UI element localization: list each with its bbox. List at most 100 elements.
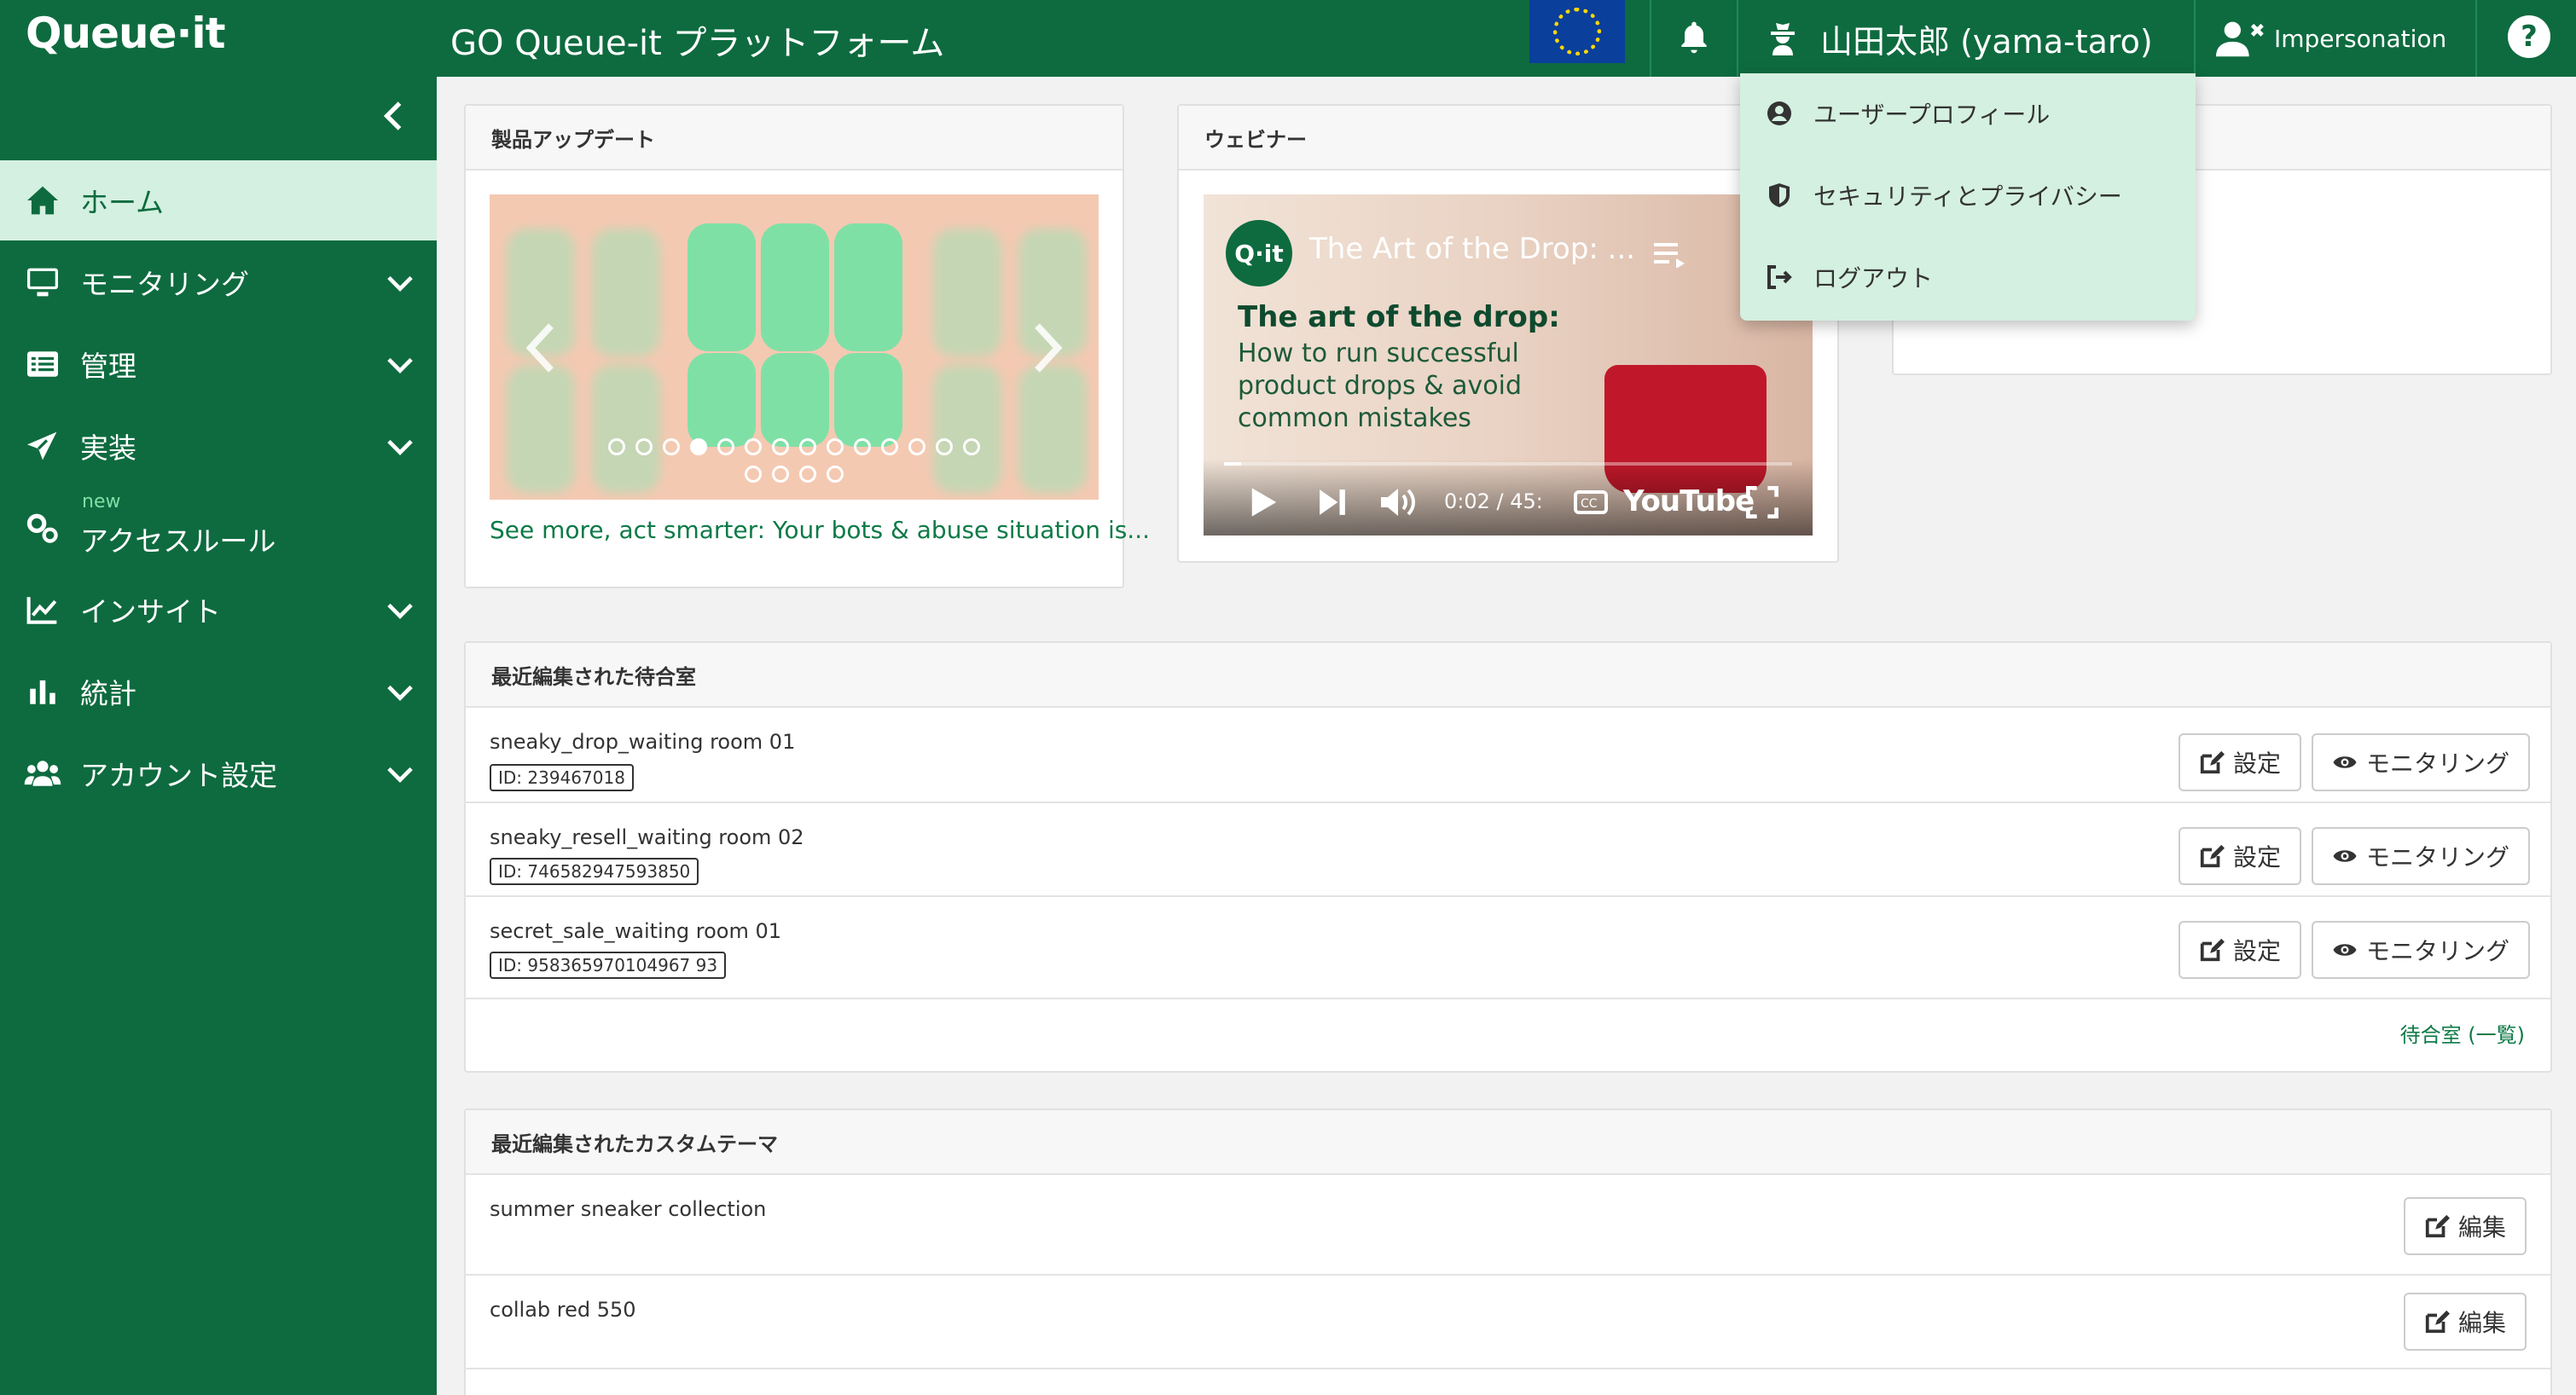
queue-it-logo[interactable]: Queue·it	[26, 9, 226, 58]
notifications-bell-icon[interactable]	[1672, 14, 1716, 61]
product-update-carousel[interactable]	[490, 194, 1099, 500]
settings-label: 設定	[2232, 937, 2281, 965]
carousel-dot[interactable]	[635, 438, 653, 455]
menu-item-user-profile[interactable]: ユーザープロフィール	[1766, 92, 2050, 135]
carousel-dot[interactable]	[772, 466, 789, 483]
user-times-icon	[2216, 21, 2264, 57]
sidebar-item-label: 統計	[80, 677, 136, 710]
robot-image	[933, 229, 1001, 356]
list-icon	[24, 345, 61, 383]
settings-label: 設定	[2232, 750, 2281, 778]
sidebar-item-label: 管理	[80, 350, 136, 383]
chevron-down-icon	[387, 357, 413, 373]
edit-icon	[2425, 1214, 2450, 1238]
carousel-dot[interactable]	[827, 466, 844, 483]
sidebar-item-home[interactable]: ホーム	[0, 160, 437, 240]
edit-button[interactable]: 編集	[2404, 1197, 2527, 1255]
table-row: sneaky_drop_waiting room 01 ID: 23946701…	[464, 708, 2550, 803]
edit-button[interactable]: 編集	[2404, 1293, 2527, 1351]
monitor-icon	[24, 263, 61, 301]
closed-captions-icon[interactable]: CC	[1574, 489, 1608, 515]
sidebar-item-access-rules[interactable]: アクセスルール	[0, 488, 437, 568]
carousel-indicators	[490, 438, 1099, 455]
sidebar-item-implementation[interactable]: 実装	[0, 406, 437, 486]
theme-name[interactable]: collab red 550	[490, 1298, 636, 1322]
monitoring-button[interactable]: モニタリング	[2312, 827, 2530, 885]
chevron-down-icon	[387, 275, 413, 292]
sidebar-item-statistics[interactable]: 統計	[0, 651, 437, 732]
carousel-dot[interactable]	[799, 466, 816, 483]
sidebar-item-account-settings[interactable]: アカウント設定	[0, 733, 437, 813]
monitoring-label: モニタリング	[2365, 937, 2509, 965]
waiting-room-name[interactable]: sneaky_drop_waiting room 01	[490, 730, 795, 754]
user-menu-button[interactable]: 山田太郎 (yama-taro)	[1740, 0, 2196, 77]
collapse-sidebar-chevron-left-icon[interactable]	[375, 99, 409, 133]
eu-region-flag-icon[interactable]	[1529, 0, 1625, 63]
carousel-dot[interactable]	[881, 438, 898, 455]
carousel-dot-active[interactable]	[690, 438, 707, 455]
chevron-down-icon	[387, 603, 413, 619]
video-progress-bar[interactable]	[1224, 462, 1792, 466]
carousel-prev-chevron-left-icon[interactable]	[515, 322, 566, 373]
carousel-dot[interactable]	[663, 438, 680, 455]
table-row: collab red 550 編集	[464, 1276, 2550, 1369]
impersonation-button[interactable]: Impersonation	[2216, 0, 2472, 77]
table-row: summer sneaker collection 編集	[464, 1175, 2550, 1276]
settings-button[interactable]: 設定	[2179, 921, 2301, 979]
menu-item-label: ユーザープロフィール	[1813, 101, 2051, 129]
youtube-logo[interactable]: YouTube	[1623, 484, 1755, 518]
playlist-icon[interactable]	[1652, 239, 1686, 268]
monitoring-button[interactable]: モニタリング	[2312, 921, 2530, 979]
chevron-down-icon	[387, 767, 413, 783]
carousel-dot[interactable]	[717, 438, 734, 455]
carousel-dot[interactable]	[608, 438, 625, 455]
user-secret-icon	[1771, 23, 1795, 55]
webinar-video-player[interactable]: Q·it The Art of the Drop: ... The art of…	[1204, 194, 1813, 535]
video-subtitle: How to run successful product drops & av…	[1238, 339, 1523, 433]
fullscreen-icon[interactable]	[1746, 486, 1778, 518]
sidebar-item-label: ホーム	[80, 186, 165, 219]
carousel-dot[interactable]	[745, 466, 762, 483]
carousel-dot[interactable]	[908, 438, 925, 455]
video-title[interactable]: The Art of the Drop: ...	[1309, 232, 1635, 266]
sidebar-item-monitoring[interactable]: モニタリング	[0, 242, 437, 322]
divider	[1737, 0, 1738, 77]
product-update-link[interactable]: See more, act smarter: Your bots & abuse…	[490, 516, 1150, 544]
play-icon[interactable]	[1250, 486, 1279, 518]
users-icon	[24, 755, 61, 792]
robot-image	[761, 223, 829, 351]
waiting-room-name[interactable]: sneaky_resell_waiting room 02	[490, 825, 804, 849]
theme-name[interactable]: summer sneaker collection	[490, 1197, 766, 1221]
menu-item-logout[interactable]: ログアウト	[1766, 256, 1933, 298]
edit-label: 編集	[2457, 1309, 2506, 1337]
robot-image	[834, 223, 902, 351]
menu-item-security-privacy[interactable]: セキュリティとプライバシー	[1766, 174, 2122, 217]
edit-label: 編集	[2457, 1213, 2506, 1242]
volume-icon[interactable]	[1379, 486, 1417, 518]
waiting-rooms-list-link[interactable]: 待合室 (一覧)	[2400, 1018, 2525, 1048]
monitoring-label: モニタリング	[2365, 750, 2509, 778]
edit-icon	[2200, 938, 2225, 962]
robot-image	[688, 223, 756, 351]
carousel-dot[interactable]	[799, 438, 816, 455]
settings-button[interactable]: 設定	[2179, 827, 2301, 885]
waiting-room-name[interactable]: secret_sale_waiting room 01	[490, 919, 781, 943]
platform-title: GO Queue-it プラットフォーム	[450, 24, 945, 63]
carousel-dot[interactable]	[963, 438, 980, 455]
carousel-dot[interactable]	[936, 438, 953, 455]
robot-image	[834, 353, 902, 447]
robot-image	[592, 229, 660, 356]
carousel-dot[interactable]	[745, 438, 762, 455]
carousel-next-chevron-right-icon[interactable]	[1022, 322, 1073, 373]
help-icon[interactable]: ?	[2508, 15, 2550, 58]
next-track-icon[interactable]	[1318, 488, 1347, 517]
user-dropdown-menu: ユーザープロフィール セキュリティとプライバシー ログアウト	[1740, 73, 2196, 321]
monitoring-button[interactable]: モニタリング	[2312, 733, 2530, 791]
carousel-dot[interactable]	[827, 438, 844, 455]
carousel-dot[interactable]	[854, 438, 871, 455]
settings-button[interactable]: 設定	[2179, 733, 2301, 791]
carousel-dot[interactable]	[772, 438, 789, 455]
sidebar-item-management[interactable]: 管理	[0, 324, 437, 404]
channel-logo[interactable]: Q·it	[1226, 220, 1292, 287]
sidebar-item-insights[interactable]: インサイト	[0, 570, 437, 650]
